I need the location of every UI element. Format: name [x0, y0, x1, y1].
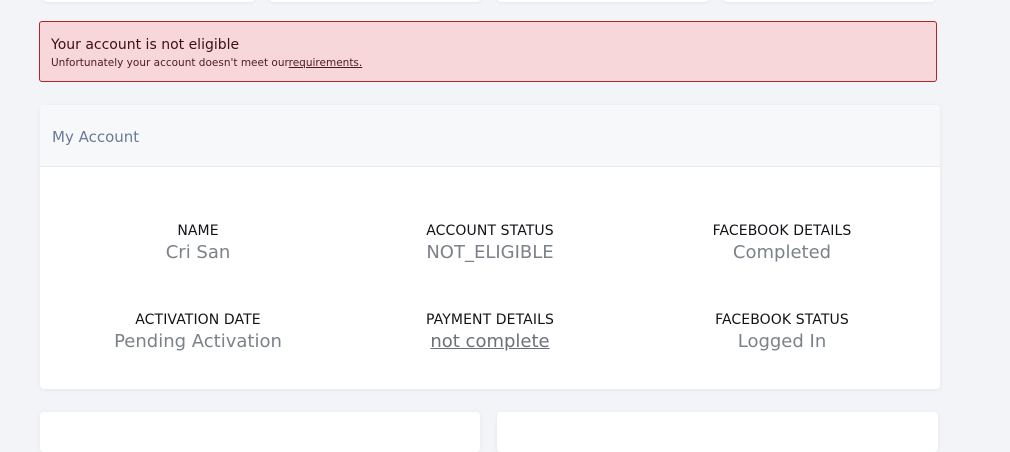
name-field: NAME Cri San: [48, 222, 348, 264]
field-value: Pending Activation: [114, 331, 282, 352]
facebook-details-field: FACEBOOK DETAILS Completed: [632, 222, 932, 264]
field-label: ACTIVATION DATE: [135, 312, 261, 328]
field-label: PAYMENT DETAILS: [426, 312, 554, 328]
card-title: My Account: [52, 128, 140, 146]
bottom-card-right: [497, 412, 938, 452]
requirements-link[interactable]: requirements.: [289, 57, 363, 69]
account-status-field: ACCOUNT STATUS NOT_ELIGIBLE: [340, 222, 640, 264]
alert-message: Unfortunately your account doesn't meet …: [51, 56, 936, 70]
top-summary-card: [722, 0, 936, 2]
my-account-card: My Account NAME Cri San ACCOUNT STATUS N…: [40, 105, 940, 389]
field-label: ACCOUNT STATUS: [426, 223, 554, 239]
top-summary-card: [42, 0, 256, 2]
alert-message-text: Unfortunately your account doesn't meet …: [51, 57, 289, 69]
activation-date-field: ACTIVATION DATE Pending Activation: [48, 311, 348, 353]
top-summary-card: [496, 0, 710, 2]
facebook-status-field: FACEBOOK STATUS Logged In: [632, 311, 932, 353]
field-label: FACEBOOK DETAILS: [712, 223, 852, 239]
card-header: My Account: [40, 105, 940, 167]
field-value: NOT_ELIGIBLE: [426, 242, 554, 263]
field-value: Completed: [732, 242, 832, 263]
field-label: FACEBOOK STATUS: [715, 312, 849, 328]
payment-details-link[interactable]: not complete: [340, 331, 640, 353]
alert-title: Your account is not eligible: [51, 37, 240, 53]
field-value: Logged In: [737, 331, 827, 352]
eligibility-alert: Your account is not eligible Unfortunate…: [39, 21, 937, 82]
field-label: NAME: [177, 223, 219, 239]
payment-details-field: PAYMENT DETAILS not complete: [340, 311, 640, 353]
field-value: Cri San: [165, 242, 231, 263]
bottom-card-left: [40, 412, 480, 452]
top-summary-card: [268, 0, 482, 2]
account-details-grid: NAME Cri San ACCOUNT STATUS NOT_ELIGIBLE…: [40, 167, 940, 389]
